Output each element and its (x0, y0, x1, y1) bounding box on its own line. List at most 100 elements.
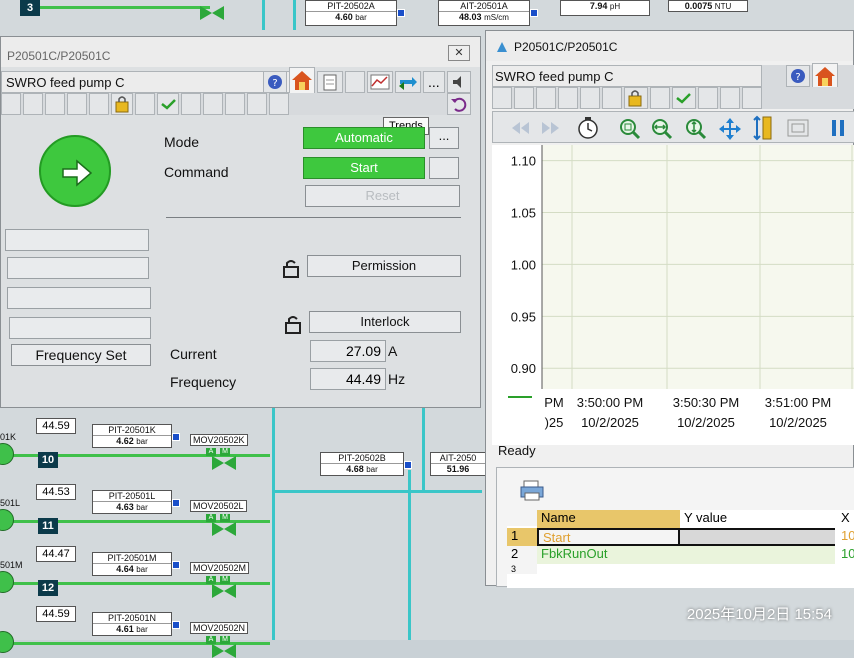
info-icon[interactable] (530, 9, 538, 17)
tag-ph[interactable]: 7.94 pH (560, 0, 650, 16)
help-icon: ? (791, 69, 805, 83)
divider (166, 217, 461, 218)
current-unit: A (388, 343, 398, 359)
statistics-icon[interactable] (785, 116, 811, 140)
unit-badge[interactable]: 12 (38, 580, 58, 596)
zoom-area-icon[interactable] (617, 116, 641, 140)
permission-button[interactable]: Permission (307, 255, 461, 277)
reset-button[interactable]: Reset (305, 185, 460, 207)
tag-pit[interactable]: PIT-20501M 4.64 bar (92, 552, 180, 576)
info-icon[interactable] (404, 461, 412, 469)
tag-ntu[interactable]: 0.0075 NTU (668, 0, 748, 12)
toolbar-slot (536, 87, 556, 109)
svg-text:?: ? (272, 78, 277, 89)
speed-value[interactable]: 44.53 (36, 484, 76, 500)
lock-button[interactable] (111, 93, 133, 115)
unit-badge[interactable]: 10 (38, 452, 58, 468)
x-tick-time: PM (544, 395, 564, 410)
pause-icon[interactable] (829, 118, 849, 138)
trend-help-button[interactable]: ? (786, 65, 810, 87)
transfer-button[interactable] (395, 71, 421, 93)
faceplate-window[interactable]: P20501C/P20501C ✕ SWRO feed pump C ? ... (0, 36, 481, 408)
tag-pit[interactable]: PIT-20501L 4.63 bar (92, 490, 180, 514)
speed-value[interactable]: 44.47 (36, 546, 76, 562)
table-row[interactable]: 2 FbkRunOut 10 (507, 546, 854, 564)
speaker-button[interactable] (447, 71, 471, 93)
tag-pit[interactable]: PIT-20501K 4.62 bar (92, 424, 180, 448)
home-button[interactable] (289, 67, 315, 95)
auto-mode-icon: A (206, 636, 216, 644)
column-header-y-value[interactable]: Y value (680, 510, 835, 528)
tag-pit-20502b[interactable]: PIT-20502B 4.68 bar (320, 452, 412, 476)
info-icon[interactable] (172, 433, 180, 441)
mode-button[interactable]: Automatic (303, 127, 425, 149)
info-icon[interactable] (172, 561, 180, 569)
valve-icon[interactable] (212, 522, 236, 536)
trend-window[interactable]: P20501C/P20501C SWRO feed pump C ? 1.10 … (485, 30, 854, 588)
trends-button[interactable] (367, 71, 393, 93)
valve-icon[interactable] (200, 6, 224, 20)
toolbar-slot (514, 87, 534, 109)
table-row[interactable]: 3 (507, 564, 854, 574)
command-extra-button[interactable] (429, 157, 459, 179)
trend-chart-svg[interactable]: 1.10 1.05 1.00 0.95 0.90 PM)25 3:50:00 PM 10/2/… (492, 145, 854, 445)
pipe (408, 470, 411, 640)
info-icon[interactable] (397, 9, 405, 17)
toolbar-slot (698, 87, 718, 109)
info-field (7, 287, 151, 309)
table-row[interactable]: 1 Start 10 (507, 528, 854, 546)
tag-pit-20502a[interactable]: PIT-20502A 4.60 bar (305, 0, 405, 26)
document-icon (323, 74, 337, 91)
interlock-button[interactable]: Interlock (309, 311, 461, 333)
tag-ait-2050[interactable]: AIT-2050 51.96 (430, 452, 486, 476)
valve-icon[interactable] (212, 456, 236, 470)
frequency-set-button[interactable]: Frequency Set (11, 344, 151, 366)
trend-lock-button[interactable] (624, 87, 648, 109)
trend-title-bar[interactable]: P20501C/P20501C (486, 31, 853, 61)
trend-check-button[interactable] (672, 87, 696, 109)
command-button[interactable]: Start (303, 157, 425, 179)
blank-button[interactable] (345, 71, 365, 93)
zoom-y-icon[interactable] (683, 116, 707, 140)
mode-more-button[interactable]: ... (429, 127, 459, 149)
row-name: FbkRunOut (537, 546, 680, 564)
tag-pit[interactable]: PIT-20501N 4.61 bar (92, 612, 180, 636)
document-button[interactable] (317, 71, 343, 93)
toolbar-slot (720, 87, 740, 109)
x-tick-date: 10/2/2025 (677, 415, 735, 430)
trend-chart[interactable]: 1.10 1.05 1.00 0.95 0.90 PM)25 3:50:00 PM 10/2/… (492, 145, 854, 445)
pipe (272, 490, 482, 493)
clock-icon[interactable] (575, 115, 601, 141)
column-header-name[interactable]: Name (537, 510, 680, 528)
axis-ruler-icon[interactable] (751, 114, 775, 142)
toolbar-slot (23, 93, 43, 115)
transfer-arrows-icon (399, 77, 417, 90)
toolbar-slot (181, 93, 201, 115)
speed-value[interactable]: 44.59 (36, 418, 76, 434)
undo-button[interactable] (447, 93, 471, 115)
more-button[interactable]: ... (423, 71, 445, 93)
toolbar-slot (602, 87, 622, 109)
current-value: 27.09 (310, 340, 386, 362)
tag-ait-20501a[interactable]: AIT-20501A 48.03 mS/cm (438, 0, 538, 26)
first-page-icon[interactable] (509, 118, 531, 138)
check-button[interactable] (157, 93, 179, 115)
pipe (272, 408, 275, 640)
plot-area[interactable] (542, 145, 854, 389)
move-icon[interactable] (717, 116, 743, 142)
help-button[interactable]: ? (263, 71, 287, 93)
x-tick-time: 3:50:30 PM (673, 395, 740, 410)
unit-badge[interactable]: 3 (20, 0, 40, 16)
next-page-icon[interactable] (539, 118, 561, 138)
info-icon[interactable] (172, 621, 180, 629)
info-icon[interactable] (172, 499, 180, 507)
print-icon[interactable] (519, 478, 545, 502)
column-header-x[interactable]: X (837, 510, 854, 528)
valve-icon[interactable] (212, 644, 236, 658)
valve-icon[interactable] (212, 584, 236, 598)
zoom-x-icon[interactable] (649, 116, 673, 140)
faceplate-title-bar[interactable]: P20501C/P20501C (1, 37, 480, 67)
unit-badge[interactable]: 11 (38, 518, 58, 534)
speed-value[interactable]: 44.59 (36, 606, 76, 622)
close-button[interactable]: ✕ (448, 45, 470, 61)
